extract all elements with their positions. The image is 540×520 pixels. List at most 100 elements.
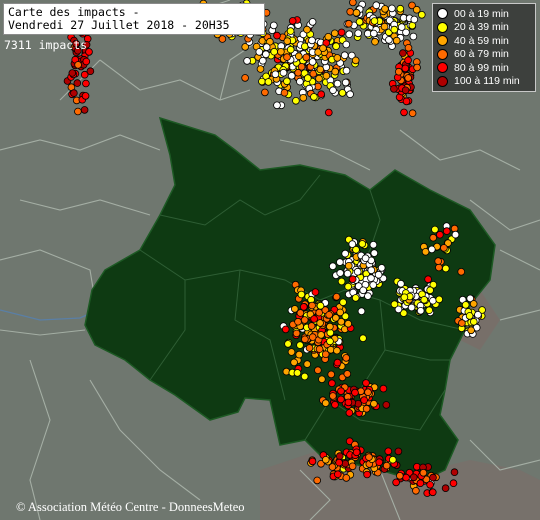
impact-dot <box>329 86 337 94</box>
impact-dot <box>341 249 350 258</box>
impact-dot <box>426 286 434 295</box>
impact-dot <box>358 240 367 248</box>
impact-dot <box>243 57 251 65</box>
impact-dot <box>308 457 317 466</box>
impact-dot <box>410 15 419 24</box>
legend: 00 à 19 min 20 à 39 min 40 à 59 min 60 à… <box>432 3 536 92</box>
impact-dot <box>402 473 410 482</box>
impact-dot <box>331 314 340 322</box>
impact-dot <box>404 43 413 52</box>
impact-dot <box>299 303 308 311</box>
legend-label: 20 à 39 min <box>454 21 509 34</box>
impact-dot <box>413 63 421 72</box>
impact-dot <box>429 296 437 305</box>
impact-dot <box>280 88 289 97</box>
impact-dot <box>258 77 266 86</box>
impact-dot <box>357 307 366 316</box>
legend-label: 100 à 119 min <box>454 75 520 88</box>
impact-dot <box>292 97 300 105</box>
impact-dot <box>293 369 302 377</box>
impact-dot <box>319 44 327 52</box>
impact-dot <box>420 295 429 304</box>
impact-dot <box>402 97 411 106</box>
impact-dot <box>82 79 90 88</box>
legend-label: 00 à 19 min <box>454 7 509 20</box>
impact-dot <box>310 93 318 101</box>
impact-dot <box>281 325 290 334</box>
impact-dot <box>68 69 77 77</box>
impact-dot <box>344 19 353 28</box>
impact-dot <box>286 27 295 35</box>
legend-swatch <box>437 62 448 74</box>
impact-dot <box>400 293 409 302</box>
impact-dot <box>424 275 432 284</box>
impact-dot <box>326 322 334 331</box>
impact-dot <box>369 29 378 38</box>
impact-dot <box>241 74 249 82</box>
impact-dot <box>335 458 343 467</box>
impact-dot <box>332 292 341 301</box>
impact-dot <box>262 43 271 51</box>
impact-dot <box>363 470 371 479</box>
impact-dot <box>343 269 352 278</box>
legend-item: 40 à 59 min <box>437 34 531 48</box>
impact-dot <box>400 108 408 117</box>
impact-dot <box>332 42 340 50</box>
impact-dot <box>261 88 269 97</box>
impact-dot <box>349 0 357 7</box>
impact-dot <box>313 476 322 485</box>
impact-dot <box>322 72 331 80</box>
impact-dot <box>441 484 450 493</box>
impact-dot <box>404 56 412 64</box>
impact-dot <box>303 74 312 82</box>
impact-dot <box>340 51 349 59</box>
impact-dot <box>287 348 296 356</box>
impact-dot <box>344 398 353 407</box>
impact-dot <box>308 301 316 310</box>
impact-dot <box>377 264 386 272</box>
impact-dot <box>388 455 397 464</box>
impact-dot <box>392 478 400 487</box>
impact-dot <box>429 233 438 242</box>
impact-dot <box>303 360 312 368</box>
impact-dot <box>317 90 326 98</box>
impact-dot <box>442 227 451 235</box>
impact-dot <box>264 78 273 86</box>
legend-item: 100 à 119 min <box>437 75 531 89</box>
impact-dot <box>351 294 360 302</box>
impact-dot <box>355 18 364 26</box>
impact-dot <box>300 372 309 381</box>
map-date: Vendredi 27 Juillet 2018 - 20H35 <box>8 18 230 32</box>
impact-dot <box>412 486 420 495</box>
impact-dot <box>416 479 425 488</box>
impact-dot <box>371 37 379 46</box>
impact-dot <box>426 480 434 489</box>
impact-dot <box>326 328 335 337</box>
impact-dot <box>333 54 342 62</box>
impact-dot <box>419 468 428 477</box>
impact-dot <box>395 471 404 480</box>
impact-dot <box>352 8 361 17</box>
impact-count: 7311 impacts <box>4 38 88 52</box>
legend-label: 60 à 79 min <box>454 48 509 61</box>
legend-item: 20 à 39 min <box>437 21 531 35</box>
impact-dot <box>382 461 391 470</box>
impact-dot <box>380 22 389 31</box>
impact-dot <box>364 388 372 397</box>
impact-dot <box>341 459 350 468</box>
impact-dot <box>273 101 281 110</box>
impact-dot <box>428 488 437 497</box>
impact-dot <box>308 36 316 45</box>
impact-dot <box>307 322 316 330</box>
impact-dot <box>70 89 78 97</box>
impact-dot <box>362 404 371 413</box>
impact-dot <box>469 300 478 308</box>
impact-dot <box>321 399 330 407</box>
impact-dot <box>330 29 339 38</box>
impact-dot <box>342 66 351 75</box>
impact-dot <box>333 346 341 355</box>
impact-dot <box>310 315 318 323</box>
impact-dot <box>375 458 384 467</box>
impact-dot <box>341 78 350 87</box>
impact-dot <box>370 249 379 257</box>
